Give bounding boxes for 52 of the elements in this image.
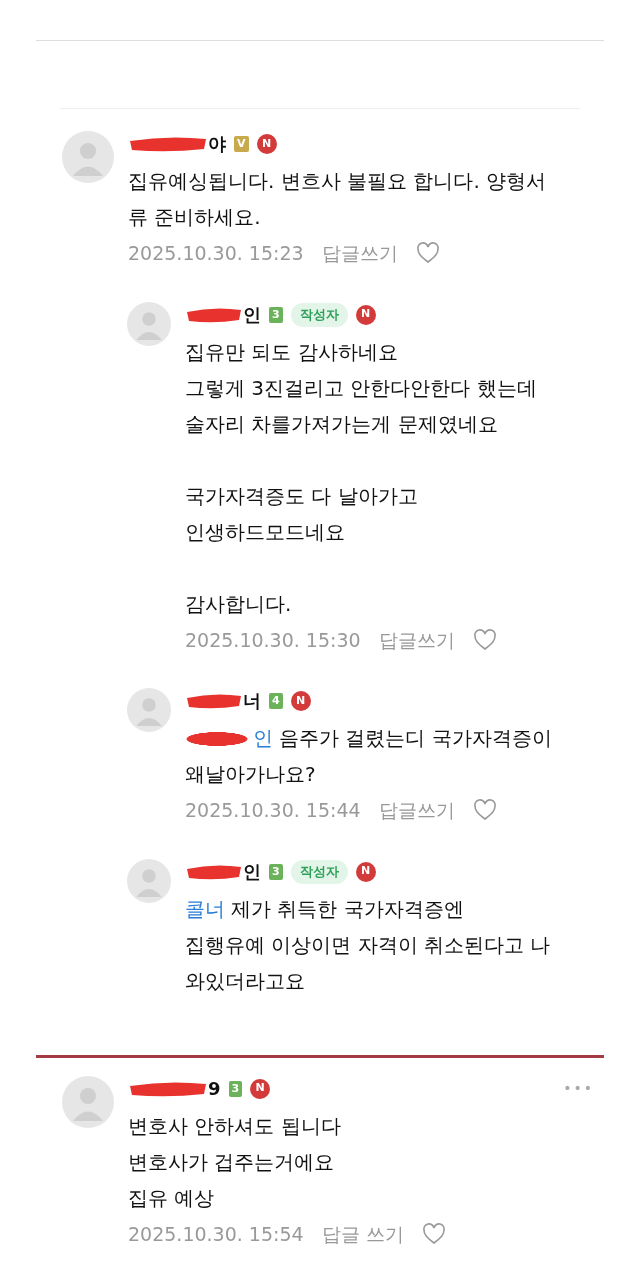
comment-text: 와있더라고요 <box>185 968 305 993</box>
level-badge: 3 <box>228 1080 243 1097</box>
avatar-icon <box>62 131 114 183</box>
comment-text: 인생하드모드네요 <box>185 519 345 544</box>
comment-text: 술자리 차를가져가는게 문제였네요 <box>185 411 498 436</box>
comment-text: 왜날아가나요? <box>185 762 316 786</box>
comment-text: 변호사가 겁주는거에요 <box>128 1149 335 1174</box>
new-badge: N <box>290 691 311 711</box>
new-badge: N <box>250 1078 271 1099</box>
heart-icon[interactable] <box>472 628 497 651</box>
more-menu[interactable]: ••• <box>563 1077 594 1099</box>
heart-icon[interactable] <box>415 242 440 265</box>
user-name[interactable]: 9 <box>208 1079 221 1098</box>
avatar-icon <box>127 688 171 732</box>
author-badge: 작성자 <box>290 859 348 884</box>
comment-text: 집행유예 이상이면 자격이 취소된다고 나 <box>185 932 551 957</box>
level-badge: 4 <box>269 693 283 709</box>
heart-icon[interactable] <box>472 799 497 822</box>
comment-text: 집유예싱됩니다. 변흐사 불필요 합니다. 양형서 <box>128 169 547 193</box>
comment-text: 음주가 걸렸는디 국가자격증이 <box>279 725 552 752</box>
level-badge: 3 <box>269 306 283 323</box>
comment-date: 2025.10.30. 15:54 <box>128 1221 304 1247</box>
reply-link[interactable]: 답글 쓰기 <box>321 1219 404 1248</box>
user-name[interactable]: 너 <box>243 692 261 710</box>
user-name[interactable]: 야 <box>208 135 226 153</box>
level-badge: 3 <box>269 863 283 880</box>
comment-text: 변호사 안하셔도 됩니다 <box>128 1113 341 1138</box>
avatar-icon <box>127 301 171 346</box>
comment-text: 류 준비하세요. <box>128 205 261 229</box>
mention-link[interactable]: 콜너 <box>185 890 225 927</box>
new-badge: N <box>355 304 376 325</box>
user-name[interactable]: 인 <box>243 305 261 324</box>
comment-text: 감사합니다. <box>185 591 292 616</box>
comment-text: 집유 예상 <box>128 1185 215 1210</box>
new-badge: N <box>256 134 277 154</box>
comment-date: 2025.10.30. 15:44 <box>185 798 361 823</box>
new-badge: N <box>355 861 376 882</box>
reply-link[interactable]: 답글쓰기 <box>378 796 455 825</box>
comment-date: 2025.10.30. 15:23 <box>128 241 304 266</box>
reply-link[interactable]: 답글쓰기 <box>321 239 398 268</box>
avatar-icon <box>62 1075 114 1128</box>
level-badge: V <box>234 136 249 152</box>
heart-icon[interactable] <box>421 1222 446 1245</box>
comment-text: 집유만 되도 감사하네요 <box>185 339 398 364</box>
avatar-icon <box>127 858 171 903</box>
comment-date: 2025.10.30. 15:30 <box>185 627 361 653</box>
reply-link[interactable]: 답글쓰기 <box>378 625 455 654</box>
comment-text: 국가자격증도 다 날아가고 <box>185 483 418 508</box>
comment-text: 그렇게 3진걸리고 안한다안한다 했는데 <box>185 375 537 400</box>
comment-text: 제가 취득한 국가자격증엔 <box>231 895 464 923</box>
author-badge: 작성자 <box>290 302 348 327</box>
user-name[interactable]: 인 <box>243 862 261 881</box>
